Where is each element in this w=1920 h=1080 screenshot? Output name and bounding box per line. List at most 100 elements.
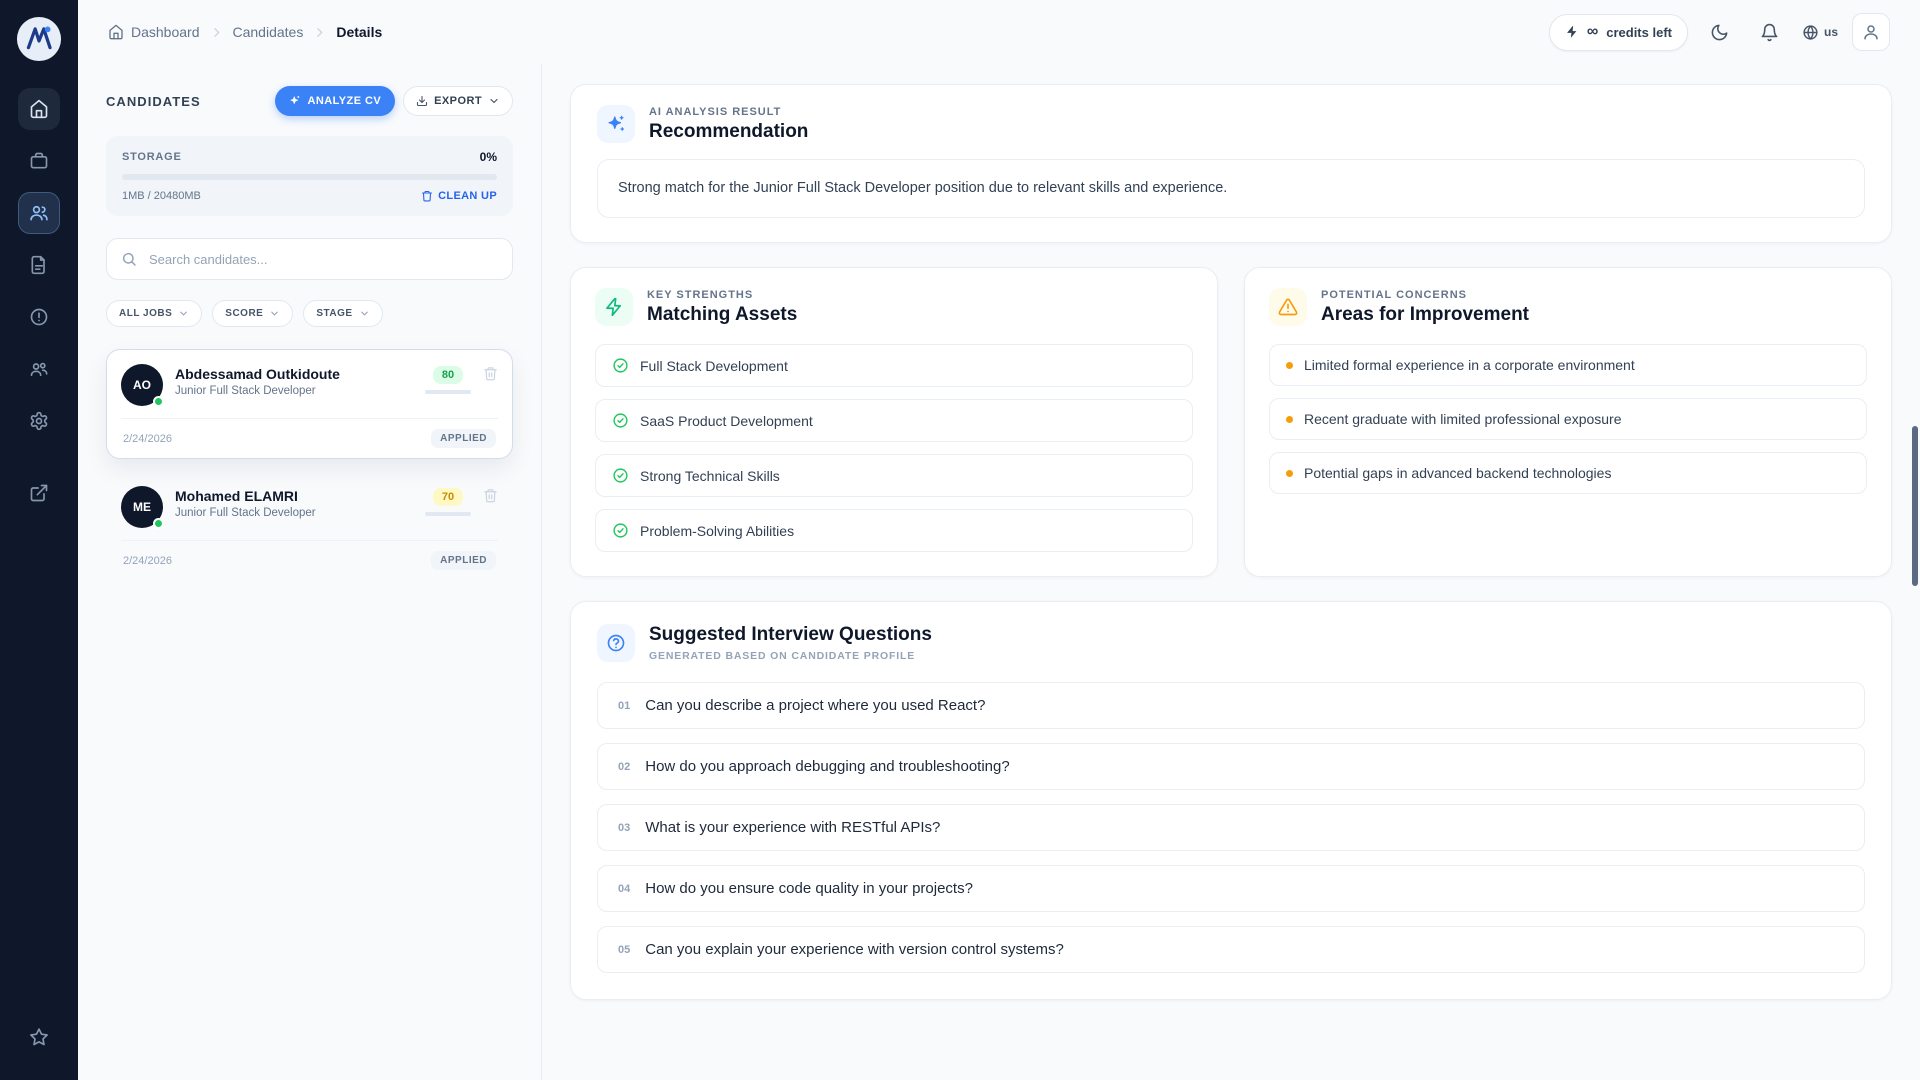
panel-title: CANDIDATES	[106, 94, 201, 109]
candidate-card[interactable]: ME Mohamed ELAMRI Junior Full Stack Deve…	[106, 471, 513, 581]
breadcrumb-candidates[interactable]: Candidates	[233, 24, 304, 40]
candidate-name: Abdessamad Outkidoute	[175, 366, 413, 382]
check-circle-icon	[612, 357, 629, 374]
bullet-dot	[1286, 470, 1293, 477]
notifications-button[interactable]	[1752, 14, 1788, 50]
sidebar-item-documents[interactable]	[18, 244, 60, 286]
breadcrumb: Dashboard Candidates Details	[108, 24, 382, 40]
candidate-list: AO Abdessamad Outkidoute Junior Full Sta…	[106, 349, 513, 581]
dark-mode-toggle[interactable]	[1702, 14, 1738, 50]
storage-usage: 1MB / 20480MB	[122, 190, 201, 202]
question-item: 01 Can you describe a project where you …	[597, 682, 1865, 729]
sidebar-item-team[interactable]	[18, 348, 60, 390]
breadcrumb-label: Dashboard	[131, 24, 200, 40]
star-icon	[29, 1027, 49, 1047]
chevron-down-icon	[269, 308, 280, 319]
user-icon	[1862, 23, 1880, 41]
sidebar-item-external[interactable]	[18, 472, 60, 514]
strength-label: Problem-Solving Abilities	[640, 523, 794, 539]
cleanup-button[interactable]: CLEAN UP	[421, 190, 497, 202]
check-circle-icon	[612, 522, 629, 539]
filter-score[interactable]: SCORE	[212, 300, 293, 327]
chevron-right-icon	[313, 26, 326, 39]
trash-icon	[483, 366, 498, 381]
scrollbar-thumb[interactable]	[1912, 426, 1918, 586]
sidebar-item-settings[interactable]	[18, 400, 60, 442]
recommendation-eyebrow: AI ANALYSIS RESULT	[649, 106, 808, 118]
concern-item: Potential gaps in advanced backend techn…	[1269, 452, 1867, 494]
moon-icon	[1710, 23, 1729, 42]
questions-subtitle: GENERATED BASED ON CANDIDATE PROFILE	[649, 650, 932, 662]
question-text: How do you approach debugging and troubl…	[645, 758, 1009, 775]
question-text: Can you describe a project where you use…	[645, 697, 985, 714]
breadcrumb-label: Details	[336, 24, 382, 40]
language-selector[interactable]: us	[1802, 24, 1838, 41]
strengths-title: Matching Assets	[647, 304, 797, 326]
analyze-cv-label: ANALYZE CV	[307, 95, 381, 107]
sidebar-item-home[interactable]	[18, 88, 60, 130]
lightning-icon	[595, 288, 633, 326]
score-badge: 80	[433, 366, 463, 384]
filter-all-jobs[interactable]: ALL JOBS	[106, 300, 202, 327]
strength-item: Strong Technical Skills	[595, 454, 1193, 497]
user-group-icon	[29, 359, 49, 379]
avatar-initials: AO	[133, 378, 151, 392]
search-box	[106, 238, 513, 280]
sidebar-item-alerts[interactable]	[18, 296, 60, 338]
question-number: 02	[618, 761, 630, 773]
score-badge: 70	[433, 488, 463, 506]
export-button[interactable]: EXPORT	[403, 86, 513, 116]
profile-button[interactable]	[1852, 13, 1890, 51]
external-link-icon	[29, 483, 49, 503]
export-label: EXPORT	[434, 95, 482, 107]
sidebar-item-candidates[interactable]	[18, 192, 60, 234]
users-icon	[29, 203, 49, 223]
lightning-icon	[1565, 25, 1579, 39]
question-text: Can you explain your experience with ver…	[645, 941, 1064, 958]
search-icon	[121, 251, 137, 267]
bullet-dot	[1286, 416, 1293, 423]
filters: ALL JOBS SCORE STAGE	[106, 300, 513, 327]
question-text: What is your experience with RESTful API…	[645, 819, 940, 836]
delete-candidate-button[interactable]	[483, 486, 498, 503]
search-input[interactable]	[147, 251, 498, 268]
filter-stage[interactable]: STAGE	[303, 300, 382, 327]
sidebar-item-favorites[interactable]	[18, 1016, 60, 1058]
analyze-cv-button[interactable]: ANALYZE CV	[275, 86, 395, 116]
topbar-actions: ∞ credits left us	[1549, 13, 1890, 51]
candidate-score: 70	[425, 486, 471, 516]
questions-list: 01 Can you describe a project where you …	[597, 682, 1865, 973]
breadcrumb-dashboard[interactable]: Dashboard	[108, 24, 200, 40]
trash-icon	[421, 190, 433, 202]
check-circle-icon	[612, 467, 629, 484]
sidebar-nav	[18, 88, 60, 514]
recommendation-text: Strong match for the Junior Full Stack D…	[597, 159, 1865, 218]
delete-candidate-button[interactable]	[483, 364, 498, 381]
strength-label: Strong Technical Skills	[640, 468, 780, 484]
candidate-card[interactable]: AO Abdessamad Outkidoute Junior Full Sta…	[106, 349, 513, 459]
check-circle-icon	[612, 412, 629, 429]
bullet-dot	[1286, 362, 1293, 369]
candidate-role: Junior Full Stack Developer	[175, 507, 413, 519]
breadcrumb-label: Candidates	[233, 24, 304, 40]
app-logo[interactable]	[16, 16, 62, 62]
sidebar-item-jobs[interactable]	[18, 140, 60, 182]
concerns-list: Limited formal experience in a corporate…	[1269, 344, 1867, 494]
bell-icon	[1760, 23, 1779, 42]
stage-badge: APPLIED	[431, 551, 496, 570]
concerns-eyebrow: POTENTIAL CONCERNS	[1321, 289, 1529, 301]
questions-title: Suggested Interview Questions	[649, 624, 932, 646]
infinity-symbol: ∞	[1587, 24, 1598, 40]
questions-card: Suggested Interview Questions GENERATED …	[570, 601, 1892, 1000]
question-item: 05 Can you explain your experience with …	[597, 926, 1865, 973]
credits-badge[interactable]: ∞ credits left	[1549, 14, 1688, 51]
candidate-score: 80	[425, 364, 471, 394]
chevron-right-icon	[210, 26, 223, 39]
home-icon	[108, 24, 124, 40]
avatar: AO	[121, 364, 163, 406]
topbar: Dashboard Candidates Details ∞ credits l…	[78, 0, 1920, 64]
concern-label: Limited formal experience in a corporate…	[1304, 357, 1635, 373]
storage-card: STORAGE 0% 1MB / 20480MB CLEAN UP	[106, 136, 513, 216]
translate-icon	[1802, 24, 1819, 41]
strengths-list: Full Stack Development SaaS Product Deve…	[595, 344, 1193, 552]
